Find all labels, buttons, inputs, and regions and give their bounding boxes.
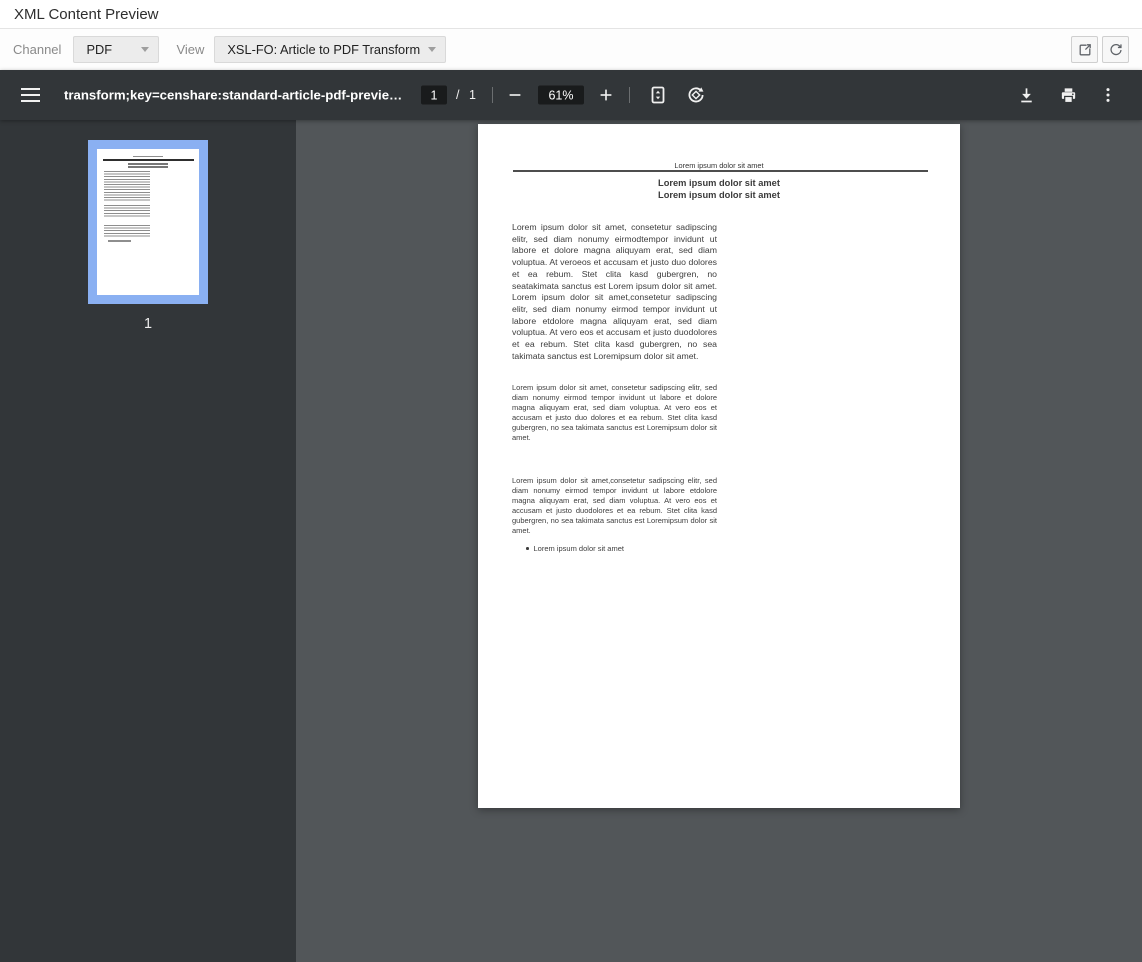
- doc-subtitle-line: Lorem ipsum dolor sit amet: [478, 178, 960, 188]
- download-icon: [1017, 86, 1036, 105]
- hamburger-icon: [21, 88, 40, 90]
- pdf-toolbar: transform;key=censhare:standard-article-…: [0, 70, 1142, 120]
- doc-header-rule: [513, 170, 928, 172]
- fit-page-icon: [648, 85, 668, 105]
- thumbnail-page-preview: [97, 149, 199, 295]
- download-button[interactable]: [1014, 83, 1038, 107]
- doc-bullet-text: Lorem ipsum dolor sit amet: [534, 544, 624, 553]
- doc-subtitle-line: Lorem ipsum dolor sit amet: [478, 190, 960, 200]
- more-options-button[interactable]: [1096, 83, 1120, 107]
- toolbar-separator: [492, 87, 493, 103]
- zoom-in-button[interactable]: [594, 83, 618, 107]
- page-thumbnail[interactable]: [88, 140, 208, 304]
- channel-dropdown-value: PDF: [86, 42, 112, 57]
- pdf-page: Lorem ipsum dolor sit amet Lorem ipsum d…: [478, 124, 960, 808]
- zoom-out-button[interactable]: [503, 83, 527, 107]
- doc-paragraph: Lorem ipsum dolor sit amet,consetetur sa…: [512, 476, 717, 537]
- chevron-down-icon: [428, 47, 436, 52]
- toolbar-separator: [629, 87, 630, 103]
- view-label: View: [176, 42, 204, 57]
- minus-icon: [506, 86, 524, 104]
- doc-paragraph: Lorem ipsum dolor sit amet, consetetur s…: [512, 383, 717, 444]
- window-titlebar: XML Content Preview: [0, 0, 1142, 29]
- thumbnail-sidebar: 1: [0, 120, 296, 962]
- rotate-ccw-icon: [686, 85, 706, 105]
- view-dropdown-value: XSL-FO: Article to PDF Transformation: [227, 42, 420, 57]
- refresh-icon: [1108, 42, 1124, 58]
- more-vert-icon: [1099, 86, 1117, 104]
- channel-view-bar: Channel PDF View XSL-FO: Article to PDF …: [0, 29, 1142, 70]
- page-number-input[interactable]: 1: [421, 86, 447, 105]
- menu-button[interactable]: [18, 88, 42, 102]
- pdf-filename: transform;key=censhare:standard-article-…: [64, 88, 402, 103]
- open-in-new-icon: [1077, 42, 1093, 58]
- view-dropdown[interactable]: XSL-FO: Article to PDF Transformation: [214, 36, 446, 63]
- printer-icon: [1059, 86, 1078, 105]
- doc-paragraph: Lorem ipsum dolor sit amet, consetetur s…: [512, 222, 717, 362]
- doc-bullet-item: Lorem ipsum dolor sit amet: [526, 544, 624, 553]
- plus-icon: [597, 86, 615, 104]
- rotate-button[interactable]: [684, 83, 708, 107]
- print-button[interactable]: [1056, 83, 1080, 107]
- refresh-button[interactable]: [1102, 36, 1129, 63]
- page-divider: /: [456, 88, 459, 102]
- channel-bar-actions: [1071, 36, 1129, 63]
- doc-header-title: Lorem ipsum dolor sit amet: [478, 161, 960, 170]
- document-area: Lorem ipsum dolor sit amet Lorem ipsum d…: [296, 120, 1142, 962]
- bullet-dot-icon: [526, 547, 529, 550]
- page-total: 1: [469, 88, 476, 102]
- open-external-button[interactable]: [1071, 36, 1098, 63]
- window-title: XML Content Preview: [14, 6, 159, 23]
- fit-to-page-button[interactable]: [646, 83, 670, 107]
- zoom-level-input[interactable]: 61%: [538, 86, 584, 105]
- thumbnail-page-number: 1: [144, 316, 152, 332]
- channel-label: Channel: [13, 42, 61, 57]
- pdf-viewer-body: 1 Lorem ipsum dolor sit amet Lorem ipsum…: [0, 120, 1142, 962]
- chevron-down-icon: [141, 47, 149, 52]
- channel-dropdown[interactable]: PDF: [73, 36, 159, 63]
